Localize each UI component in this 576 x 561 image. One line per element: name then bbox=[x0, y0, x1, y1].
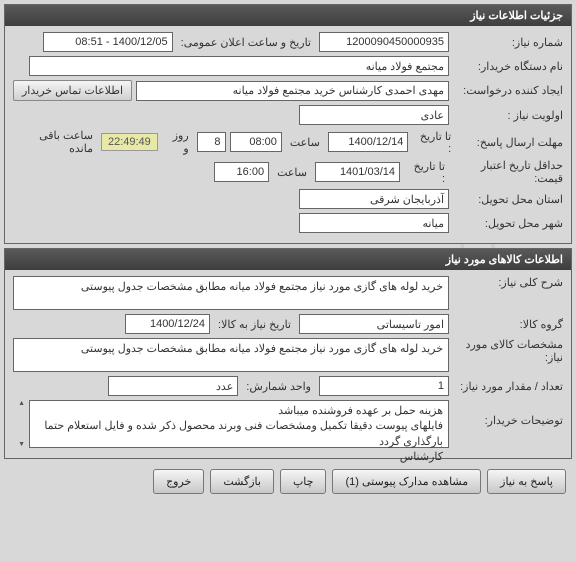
announce-field: 1400/12/05 - 08:51 bbox=[43, 32, 173, 52]
scroll-down-icon[interactable]: ▼ bbox=[13, 441, 25, 448]
attachments-button[interactable]: مشاهده مدارک پیوستی (1) bbox=[332, 469, 481, 494]
goods-info-panel: اطلاعات کالاهای مورد نیاز شرح کلی نیاز: … bbox=[4, 248, 572, 459]
back-button[interactable]: بازگشت bbox=[210, 469, 274, 494]
time-label-1: ساعت bbox=[286, 136, 324, 149]
spec-field: خرید لوله های گازی مورد نیاز مجتمع فولاد… bbox=[13, 338, 449, 372]
exit-button[interactable]: خروج bbox=[153, 469, 204, 494]
city-field: میانه bbox=[299, 213, 449, 233]
qty-label: تعداد / مقدار مورد نیاز: bbox=[453, 380, 563, 393]
countdown-timer: 22:49:49 bbox=[101, 133, 158, 151]
need-date-label: تاریخ نیاز به کالا: bbox=[214, 318, 295, 331]
deadline-time-field: 08:00 bbox=[230, 132, 282, 152]
contact-buyer-button[interactable]: اطلاعات تماس خریدار bbox=[13, 80, 132, 101]
notes-field: هزینه حمل بر عهده فروشنده میباشد فایلهای… bbox=[29, 400, 449, 448]
group-field: امور تاسیساتی bbox=[299, 314, 449, 334]
unit-field: عدد bbox=[108, 376, 238, 396]
goods-info-header: اطلاعات کالاهای مورد نیاز bbox=[5, 249, 571, 270]
need-number-field: 1200090450000935 bbox=[319, 32, 449, 52]
days-field: 8 bbox=[197, 132, 226, 152]
buyer-label: نام دستگاه خریدار: bbox=[453, 60, 563, 73]
province-field: آذربایجان شرقی bbox=[299, 189, 449, 209]
group-label: گروه کالا: bbox=[453, 318, 563, 331]
validity-time-field: 16:00 bbox=[214, 162, 269, 182]
spec-label: مشخصات کالای مورد نیاز: bbox=[453, 338, 563, 364]
remaining-label: ساعت باقی مانده bbox=[13, 129, 97, 155]
print-button[interactable]: چاپ bbox=[280, 469, 327, 494]
buyer-field: مجتمع فولاد میانه bbox=[29, 56, 449, 76]
need-details-panel: جزئیات اطلاعات نیاز شماره نیاز: 12000904… bbox=[4, 4, 572, 244]
validity-label: حداقل تاریخ اعتبار قیمت: bbox=[453, 159, 563, 185]
priority-label: اولویت نیاز : bbox=[453, 109, 563, 122]
desc-label: شرح کلی نیاز: bbox=[453, 276, 563, 289]
announce-label: تاریخ و ساعت اعلان عمومی: bbox=[177, 36, 315, 49]
qty-field: 1 bbox=[319, 376, 449, 396]
requester-field: مهدی احمدی کارشناس خرید مجتمع فولاد میان… bbox=[136, 81, 449, 101]
footer-toolbar: پاسخ به نیاز مشاهده مدارک پیوستی (1) چاپ… bbox=[0, 463, 576, 500]
need-number-label: شماره نیاز: bbox=[453, 36, 563, 49]
to-date-label-1: تا تاریخ : bbox=[412, 130, 455, 155]
requester-label: ایجاد کننده درخواست: bbox=[453, 84, 563, 97]
priority-field: عادی bbox=[299, 105, 449, 125]
deadline-label: مهلت ارسال پاسخ: bbox=[459, 136, 563, 149]
desc-field: خرید لوله های گازی مورد نیاز مجتمع فولاد… bbox=[13, 276, 449, 310]
need-date-field: 1400/12/24 bbox=[125, 314, 210, 334]
days-suffix: روز و bbox=[162, 129, 193, 155]
validity-date-field: 1401/03/14 bbox=[315, 162, 400, 182]
respond-button[interactable]: پاسخ به نیاز bbox=[487, 469, 566, 494]
time-label-2: ساعت bbox=[273, 166, 311, 179]
need-details-header: جزئیات اطلاعات نیاز bbox=[5, 5, 571, 26]
deadline-date-field: 1400/12/14 bbox=[328, 132, 409, 152]
unit-label: واحد شمارش: bbox=[242, 380, 315, 393]
province-label: استان محل تحویل: bbox=[453, 193, 563, 206]
scroll-up-icon[interactable]: ▲ bbox=[13, 400, 25, 407]
city-label: شهر محل تحویل: bbox=[453, 217, 563, 230]
notes-scrollbar[interactable]: ▲ ▼ bbox=[13, 400, 25, 448]
to-date-label-2: تا تاریخ : bbox=[404, 160, 449, 185]
notes-label: توضیحات خریدار: bbox=[453, 400, 563, 448]
